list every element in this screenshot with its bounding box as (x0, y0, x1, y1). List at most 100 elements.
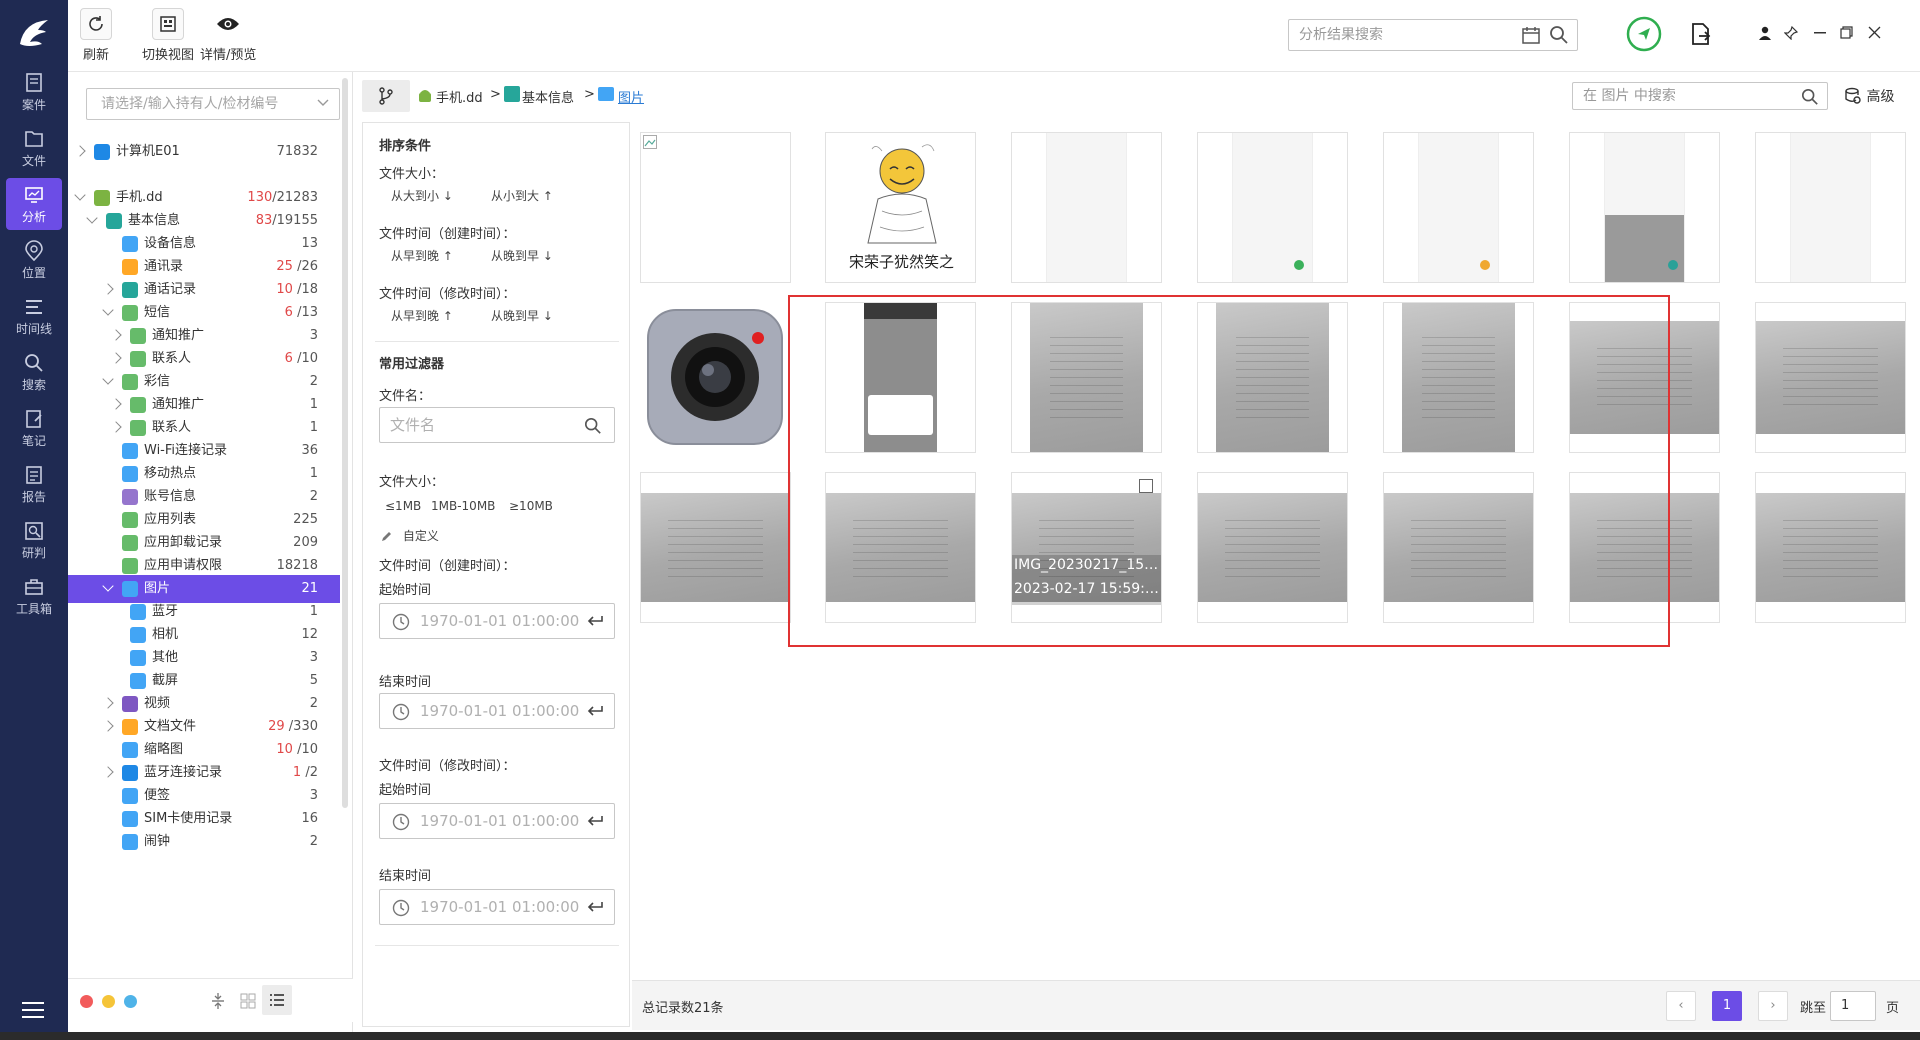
advanced-search-button[interactable]: 高级 (1844, 86, 1894, 106)
select-checkbox[interactable] (1139, 479, 1153, 493)
blue-dot-filter[interactable] (124, 995, 137, 1008)
breadcrumb-root[interactable]: 手机.dd (436, 87, 483, 106)
image-thumbnail[interactable] (1569, 302, 1720, 453)
enter-icon[interactable] (586, 615, 604, 627)
mtime-end-input[interactable]: 1970-01-01 01:00:00 (379, 889, 615, 925)
enter-icon[interactable] (586, 705, 604, 717)
size-opt-large[interactable]: ≥10MB (509, 499, 553, 513)
chevron-right-icon[interactable] (102, 766, 114, 778)
nav-item-toolbox[interactable]: 工具箱 (6, 570, 62, 622)
sort-mtime-desc[interactable]: 从晚到早 ↓ (491, 307, 553, 324)
image-thumbnail[interactable] (1755, 302, 1906, 453)
chevron-down-icon[interactable] (102, 373, 114, 385)
pin-icon[interactable] (1784, 26, 1798, 40)
chevron-right-icon[interactable] (110, 329, 122, 341)
close-icon[interactable] (1868, 26, 1881, 39)
filename-input[interactable]: 文件名 (379, 407, 615, 443)
image-thumbnail[interactable] (1569, 132, 1720, 283)
chevron-down-icon[interactable] (102, 580, 114, 592)
image-thumbnail[interactable] (640, 472, 791, 623)
calendar-icon[interactable] (1521, 25, 1541, 45)
chevron-right-icon[interactable] (110, 421, 122, 433)
detail-preview-button[interactable]: 详情/预览 (200, 8, 256, 63)
sort-size-desc[interactable]: 从大到小 ↓ (391, 187, 453, 204)
image-thumbnail[interactable] (1383, 302, 1534, 453)
collapse-icon[interactable] (210, 991, 226, 1011)
search-icon[interactable] (584, 417, 602, 435)
export-icon[interactable] (1690, 22, 1712, 46)
custom-size-button[interactable]: 自定义 (381, 527, 439, 544)
image-thumbnail[interactable] (1197, 132, 1348, 283)
ctime-end-input[interactable]: 1970-01-01 01:00:00 (379, 693, 615, 729)
grid-view-icon[interactable] (240, 993, 256, 1009)
next-page-button[interactable]: › (1758, 991, 1788, 1021)
image-thumbnail[interactable] (640, 302, 791, 453)
chevron-right-icon[interactable] (110, 398, 122, 410)
image-thumbnail[interactable] (1383, 472, 1534, 623)
minimize-icon[interactable] (1814, 32, 1826, 34)
search-icon[interactable] (1801, 88, 1819, 106)
chevron-right-icon[interactable] (102, 720, 114, 732)
image-thumbnail[interactable] (1569, 472, 1720, 623)
image-thumbnail[interactable] (1011, 302, 1162, 453)
chevron-right-icon[interactable] (110, 352, 122, 364)
yellow-dot-filter[interactable] (102, 995, 115, 1008)
sort-ctime-asc[interactable]: 从早到晚 ↑ (391, 247, 453, 264)
nav-item-case[interactable]: 案件 (6, 66, 62, 118)
tree-node[interactable]: 计算机E01 71832 (68, 138, 340, 166)
image-thumbnail[interactable] (825, 302, 976, 453)
image-thumbnail-hovered[interactable]: IMG_20230217_155... 2023-02-17 15:59:05 (1011, 472, 1162, 623)
chevron-down-icon[interactable] (86, 212, 98, 224)
chevron-down-icon[interactable] (74, 189, 86, 201)
image-thumbnail[interactable] (640, 132, 791, 283)
image-thumbnail[interactable] (1011, 132, 1162, 283)
enter-icon[interactable] (586, 815, 604, 827)
refresh-button[interactable]: 刷新 (80, 8, 112, 63)
nav-item-timeline[interactable]: 时间线 (6, 290, 62, 342)
image-thumbnail[interactable] (1755, 132, 1906, 283)
image-thumbnail[interactable]: 宋荣子犹然笑之 (825, 132, 976, 283)
nav-item-report[interactable]: 报告 (6, 458, 62, 510)
page-button-current[interactable]: 1 (1712, 991, 1742, 1021)
nav-item-location[interactable]: 位置 (6, 234, 62, 286)
switch-view-button[interactable]: 切换视图 (142, 8, 194, 63)
nav-item-analysis[interactable]: 分析 (6, 178, 62, 230)
breadcrumb-current[interactable]: 图片 (618, 87, 644, 106)
breadcrumb-mid[interactable]: 基本信息 (522, 87, 574, 106)
mtime-start-input[interactable]: 1970-01-01 01:00:00 (379, 803, 615, 839)
owner-select[interactable]: 请选择/输入持有人/检材编号 (86, 88, 340, 120)
chevron-right-icon[interactable] (102, 283, 114, 295)
chevron-down-icon[interactable] (102, 304, 114, 316)
enter-icon[interactable] (586, 901, 604, 913)
prev-page-button[interactable]: ‹ (1666, 991, 1696, 1021)
upload-status-icon[interactable] (1626, 16, 1662, 52)
sort-ctime-desc[interactable]: 从晚到早 ↓ (491, 247, 553, 264)
tree-node[interactable]: 闹钟 2 (68, 828, 340, 856)
nav-item-judge[interactable]: 研判 (6, 514, 62, 566)
branch-button[interactable] (362, 80, 410, 112)
jump-page-input[interactable]: 1 (1830, 991, 1876, 1021)
nav-item-folder[interactable]: 文件 (6, 122, 62, 174)
list-view-button[interactable] (262, 985, 292, 1015)
size-opt-medium[interactable]: 1MB-10MB (431, 499, 495, 513)
image-thumbnail[interactable] (1197, 472, 1348, 623)
chevron-right-icon[interactable] (102, 697, 114, 709)
image-thumbnail[interactable] (1755, 472, 1906, 623)
menu-icon[interactable] (22, 1002, 44, 1018)
nav-item-search[interactable]: 搜索 (6, 346, 62, 398)
image-thumbnail[interactable] (825, 472, 976, 623)
result-search-input[interactable]: 分析结果搜索 (1288, 19, 1578, 51)
image-thumbnail[interactable] (1383, 132, 1534, 283)
sort-mtime-asc[interactable]: 从早到晚 ↑ (391, 307, 453, 324)
sort-size-asc[interactable]: 从小到大 ↑ (491, 187, 553, 204)
ctime-start-input[interactable]: 1970-01-01 01:00:00 (379, 603, 615, 639)
restore-icon[interactable] (1840, 26, 1853, 39)
red-dot-filter[interactable] (80, 995, 93, 1008)
tree-scrollbar[interactable] (342, 78, 348, 808)
nav-item-note[interactable]: 笔记 (6, 402, 62, 454)
search-icon[interactable] (1549, 25, 1569, 45)
size-opt-small[interactable]: ≤1MB (385, 499, 421, 513)
image-thumbnail[interactable] (1197, 302, 1348, 453)
chevron-right-icon[interactable] (74, 145, 86, 157)
user-icon[interactable] (1758, 26, 1772, 40)
